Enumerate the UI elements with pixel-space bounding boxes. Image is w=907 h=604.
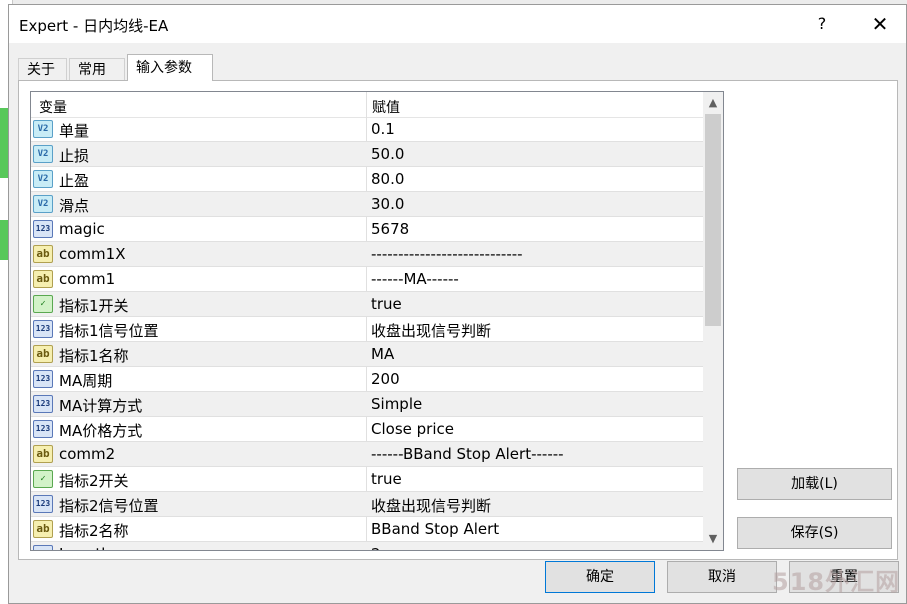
table-row[interactable]: 123 指标1信号位置 收盘出现信号判断: [31, 317, 703, 342]
table-row[interactable]: 123 MA价格方式 Close price: [31, 417, 703, 442]
integer-type-icon: 123: [33, 395, 53, 413]
table-row[interactable]: V2 止盈 80.0: [31, 167, 703, 192]
watermark-logo: 518外汇网: [772, 568, 901, 596]
table-row[interactable]: ab comm1 ------MA------: [31, 267, 703, 292]
table-row[interactable]: V2 滑点 30.0: [31, 192, 703, 217]
parameter-name: comm1: [59, 270, 116, 288]
parameter-value[interactable]: BBand Stop Alert: [371, 520, 499, 538]
load-button[interactable]: 加载(L): [737, 468, 892, 500]
parameter-value[interactable]: ------MA------: [371, 270, 459, 288]
parameter-name: 指标2开关: [59, 472, 129, 490]
parameter-value[interactable]: true: [371, 295, 402, 313]
parameter-name: magic: [59, 220, 105, 238]
window-title: Expert - 日内均线-EA: [19, 17, 169, 35]
scroll-up-icon[interactable]: ▲: [703, 94, 723, 112]
cancel-button[interactable]: 取消: [667, 561, 777, 593]
table-row[interactable]: V2 单量 0.1: [31, 117, 703, 142]
parameter-value[interactable]: 0.1: [371, 120, 395, 138]
integer-type-icon: 123: [33, 320, 53, 338]
expert-dialog: Expert - 日内均线-EA ? ✕ 关于 常用 输入参数 变量 赋值 V2…: [8, 4, 907, 604]
integer-type-icon: 123: [33, 370, 53, 388]
parameters-grid: 变量 赋值 V2 单量 0.1 V2 止损 50.0 V2 止盈 80.0 V2 滑点 30.0 123…: [30, 91, 724, 551]
scroll-thumb[interactable]: [705, 114, 721, 326]
parameter-value[interactable]: 2: [371, 545, 381, 550]
parameter-value[interactable]: true: [371, 470, 402, 488]
table-row[interactable]: 123 Length 2: [31, 542, 703, 550]
table-row[interactable]: V2 止损 50.0: [31, 142, 703, 167]
parameter-name: 指标1信号位置: [59, 322, 159, 340]
column-header-variable[interactable]: 变量: [39, 97, 67, 117]
scroll-down-icon[interactable]: ▼: [703, 530, 723, 548]
parameter-value[interactable]: ------BBand Stop Alert------: [371, 445, 564, 463]
parameter-name: 单量: [59, 122, 90, 140]
integer-type-icon: 123: [33, 545, 53, 550]
string-type-icon: ab: [33, 445, 53, 463]
string-type-icon: ab: [33, 245, 53, 263]
table-row[interactable]: 123 MA周期 200: [31, 367, 703, 392]
table-row[interactable]: 123 MA计算方式 Simple: [31, 392, 703, 417]
parameter-value[interactable]: 200: [371, 370, 400, 388]
parameter-name: comm2: [59, 445, 116, 463]
ok-button[interactable]: 确定: [545, 561, 655, 593]
parameter-value[interactable]: ----------------------------: [371, 245, 523, 263]
tab-common[interactable]: 常用: [69, 58, 125, 80]
grid-header: 变量 赋值: [31, 92, 703, 118]
parameter-value[interactable]: 收盘出现信号判断: [371, 495, 491, 516]
parameter-name: Length: [59, 545, 111, 550]
parameter-value[interactable]: 5678: [371, 220, 409, 238]
table-row[interactable]: 123 指标2信号位置 收盘出现信号判断: [31, 492, 703, 517]
string-type-icon: ab: [33, 520, 53, 538]
double-type-icon: V2: [33, 145, 53, 163]
integer-type-icon: 123: [33, 220, 53, 238]
bool-type-icon: ✓: [33, 470, 53, 488]
save-button[interactable]: 保存(S): [737, 517, 892, 549]
parameter-name: MA周期: [59, 372, 113, 390]
close-button[interactable]: ✕: [857, 9, 903, 39]
double-type-icon: V2: [33, 120, 53, 138]
integer-type-icon: 123: [33, 420, 53, 438]
parameter-value[interactable]: 收盘出现信号判断: [371, 320, 491, 341]
string-type-icon: ab: [33, 270, 53, 288]
table-row[interactable]: ✓ 指标2开关 true: [31, 467, 703, 492]
parameter-name: MA计算方式: [59, 397, 143, 415]
bool-type-icon: ✓: [33, 295, 53, 313]
tab-about[interactable]: 关于: [18, 58, 67, 80]
parameter-name: 指标2信号位置: [59, 497, 159, 515]
table-row[interactable]: ab comm2 ------BBand Stop Alert------: [31, 442, 703, 467]
parameter-value[interactable]: 80.0: [371, 170, 404, 188]
help-button[interactable]: ?: [799, 9, 845, 39]
string-type-icon: ab: [33, 345, 53, 363]
tab-inputs[interactable]: 输入参数: [127, 54, 213, 81]
parameter-name: 指标1开关: [59, 297, 129, 315]
parameter-name: 止盈: [59, 172, 90, 190]
integer-type-icon: 123: [33, 495, 53, 513]
double-type-icon: V2: [33, 195, 53, 213]
parameter-value[interactable]: Close price: [371, 420, 454, 438]
parameter-name: 滑点: [59, 197, 90, 215]
table-row[interactable]: ✓ 指标1开关 true: [31, 292, 703, 317]
parameter-name: MA价格方式: [59, 422, 143, 440]
grid-rows: V2 单量 0.1 V2 止损 50.0 V2 止盈 80.0 V2 滑点 30.0 123 magic 5…: [31, 117, 703, 550]
parameter-value[interactable]: 30.0: [371, 195, 404, 213]
table-row[interactable]: ab 指标1名称 MA: [31, 342, 703, 367]
parameter-name: 止损: [59, 147, 90, 165]
parameter-value[interactable]: Simple: [371, 395, 422, 413]
titlebar: Expert - 日内均线-EA ? ✕: [9, 5, 906, 43]
parameter-value[interactable]: MA: [371, 345, 394, 363]
table-row[interactable]: ab comm1X ----------------------------: [31, 242, 703, 267]
table-row[interactable]: 123 magic 5678: [31, 217, 703, 242]
parameter-value[interactable]: 50.0: [371, 145, 404, 163]
column-header-value[interactable]: 赋值: [372, 97, 400, 117]
double-type-icon: V2: [33, 170, 53, 188]
parameter-name: 指标2名称: [59, 522, 129, 540]
vertical-scrollbar[interactable]: ▲ ▼: [703, 92, 723, 550]
parameter-name: comm1X: [59, 245, 126, 263]
table-row[interactable]: ab 指标2名称 BBand Stop Alert: [31, 517, 703, 542]
parameter-name: 指标1名称: [59, 347, 129, 365]
